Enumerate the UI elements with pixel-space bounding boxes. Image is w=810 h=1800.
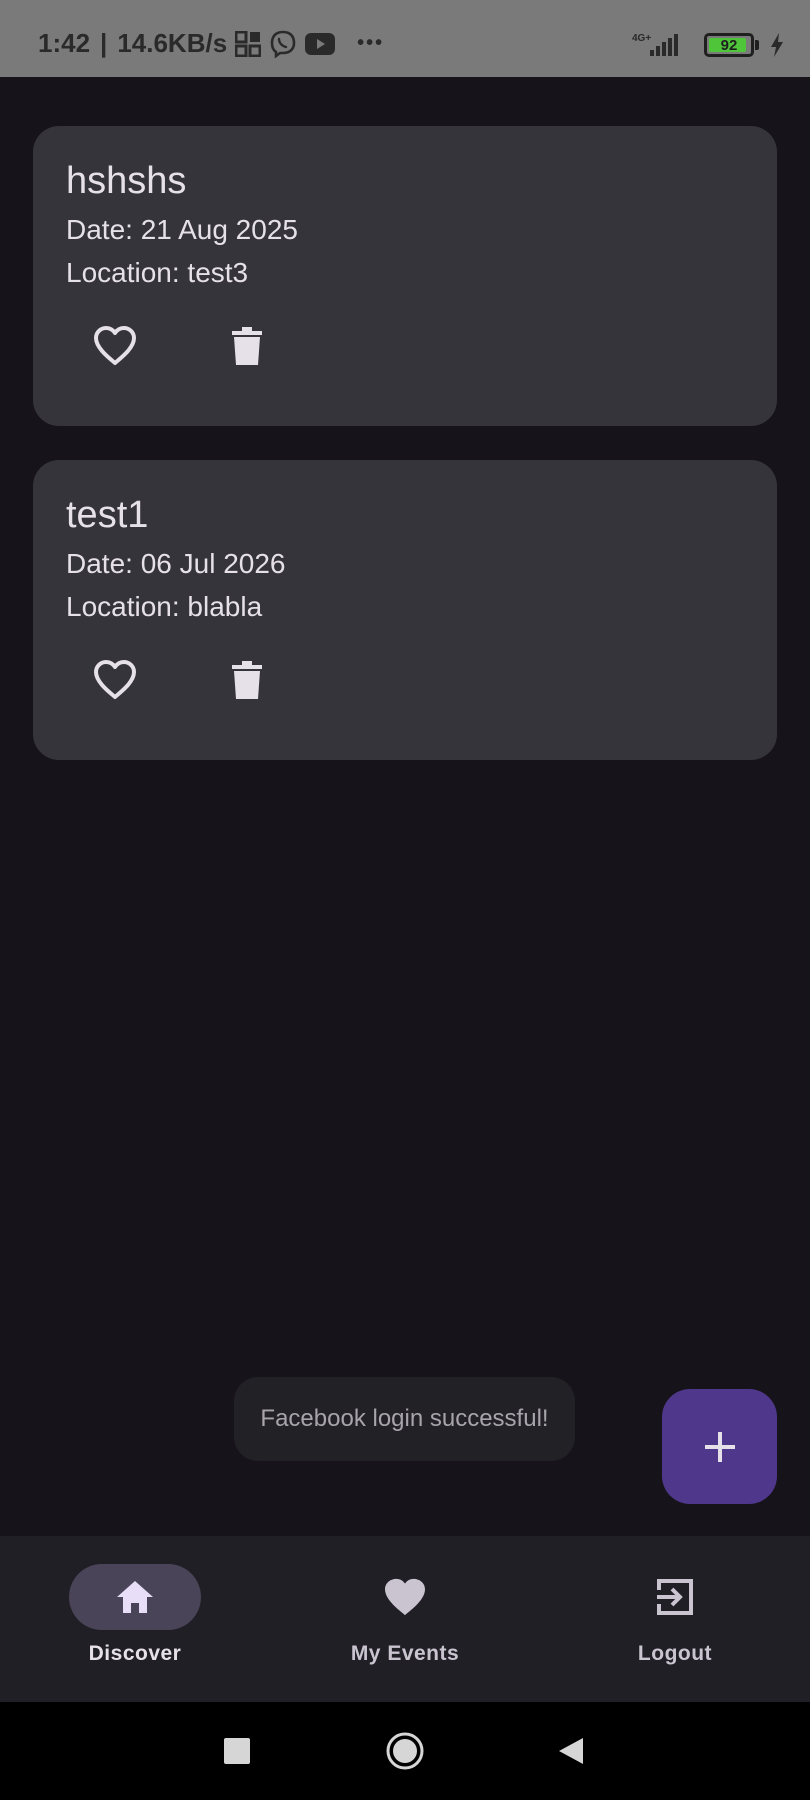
logout-icon	[655, 1577, 695, 1617]
heart-outline-icon	[92, 659, 138, 701]
status-right: 4G+ 92	[632, 32, 784, 58]
heart-outline-icon	[92, 325, 138, 367]
status-network-speed: 14.6KB/s	[117, 28, 228, 58]
nav-label-logout: Logout	[637, 1642, 713, 1665]
nav-label-discover: Discover	[88, 1642, 182, 1665]
event-location: Location: test3	[66, 257, 249, 288]
network-type-label: 4G+	[632, 33, 651, 44]
nav-label-my-events: My Events	[350, 1642, 460, 1665]
status-bar: 1:42 | 14.6KB/s ••• 4G+ 92	[0, 0, 810, 77]
trash-icon	[232, 661, 262, 699]
recent-apps-button[interactable]	[212, 1726, 262, 1776]
like-button[interactable]	[83, 314, 147, 378]
qr-icon	[235, 30, 262, 57]
system-navigation-bar	[0, 1702, 810, 1800]
event-date: Date: 21 Aug 2025	[66, 214, 298, 245]
delete-button[interactable]	[215, 314, 279, 378]
charging-icon	[770, 33, 784, 57]
add-event-button[interactable]	[662, 1389, 777, 1504]
home-icon	[115, 1579, 155, 1615]
heart-icon	[383, 1577, 427, 1617]
nav-active-indicator	[69, 1564, 201, 1630]
like-button[interactable]	[83, 648, 147, 712]
square-icon	[224, 1738, 250, 1764]
nav-item-my-events[interactable]: My Events	[270, 1536, 540, 1702]
status-left: 1:42 | 14.6KB/s •••	[38, 28, 384, 59]
toast-message: Facebook login successful!	[234, 1377, 575, 1461]
trash-icon	[232, 327, 262, 365]
delete-button[interactable]	[215, 648, 279, 712]
signal-icon: 4G+	[632, 32, 678, 58]
event-date: Date: 06 Jul 2026	[66, 548, 286, 579]
viber-icon	[269, 30, 297, 58]
nav-item-discover[interactable]: Discover	[0, 1536, 270, 1702]
more-notifications-icon: •••	[357, 32, 385, 54]
status-separator: |	[100, 28, 108, 58]
home-button[interactable]	[380, 1726, 430, 1776]
event-location: Location: blabla	[66, 591, 263, 622]
status-time: 1:42	[38, 28, 91, 58]
event-title: hshshs	[66, 160, 187, 202]
event-card[interactable]: hshshs Date: 21 Aug 2025 Location: test3	[33, 126, 777, 426]
bottom-navigation: Discover My Events Logout	[0, 1536, 810, 1702]
youtube-icon	[305, 32, 336, 55]
battery-level: 92	[720, 36, 738, 54]
nav-item-logout[interactable]: Logout	[540, 1536, 810, 1702]
circle-icon	[385, 1731, 425, 1771]
plus-icon	[703, 1430, 737, 1464]
event-title: test1	[66, 494, 149, 536]
battery-icon: 92	[704, 33, 759, 57]
back-button[interactable]	[546, 1726, 596, 1776]
event-card[interactable]: test1 Date: 06 Jul 2026 Location: blabla	[33, 460, 777, 760]
back-triangle-icon	[557, 1736, 585, 1766]
